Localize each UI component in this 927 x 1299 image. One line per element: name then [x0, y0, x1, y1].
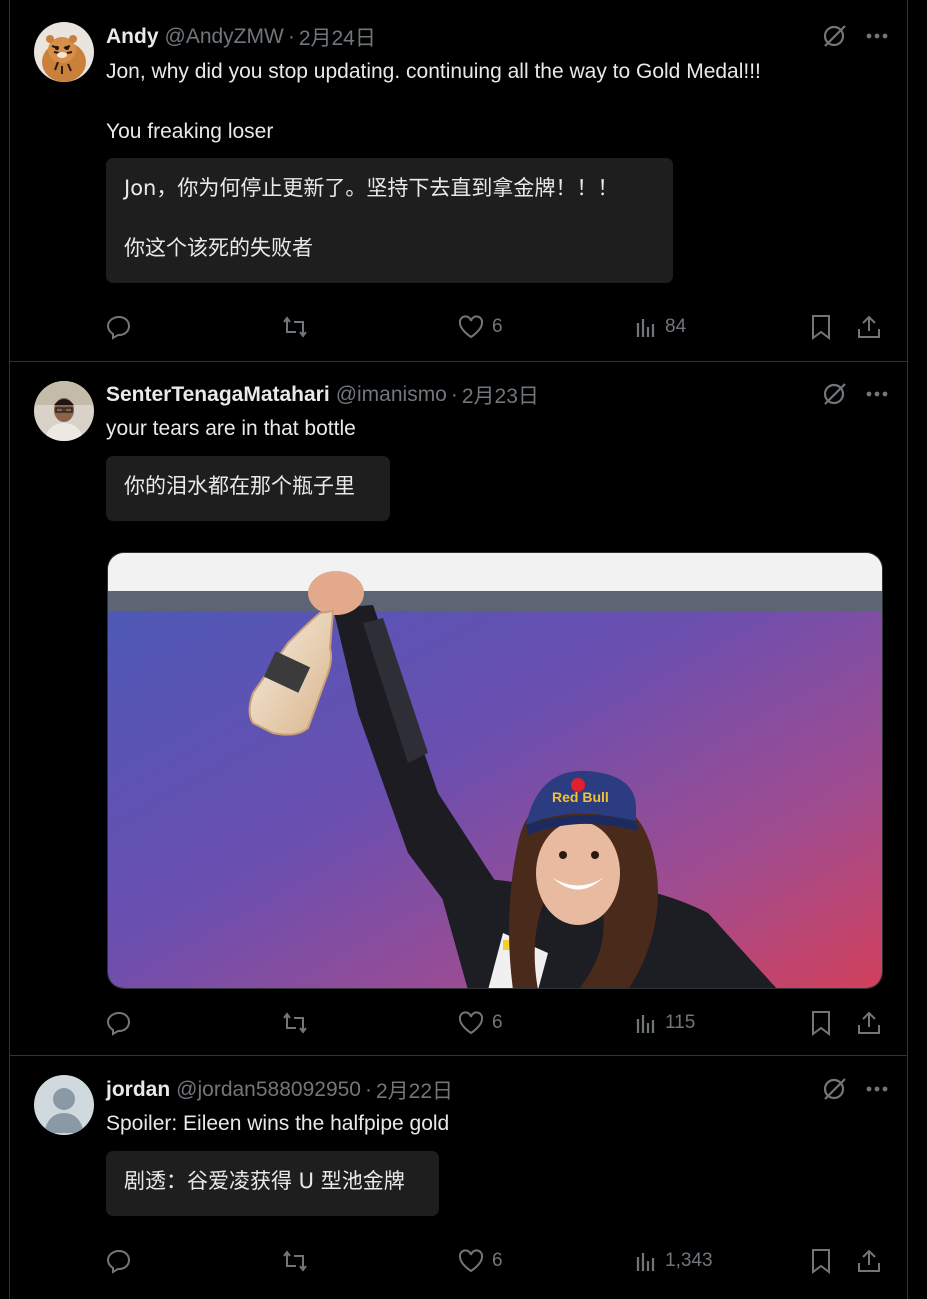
bookmark-icon — [812, 1249, 830, 1274]
like-button[interactable]: 6 — [458, 1008, 503, 1038]
display-name[interactable]: SenterTenagaMatahari — [106, 383, 330, 407]
like-count: 6 — [492, 1250, 503, 1271]
view-count: 1,343 — [665, 1250, 713, 1271]
reply-icon — [106, 315, 131, 340]
person-photo-avatar-icon — [34, 381, 94, 441]
more-options-icon[interactable] — [866, 33, 888, 39]
tiger-avatar-icon — [34, 22, 94, 82]
tweet-3[interactable]: jordan @jordan588092950 · 2月22日 Spoiler:… — [9, 1056, 908, 1299]
bookmark-button[interactable] — [810, 1008, 832, 1038]
share-button[interactable] — [856, 1008, 882, 1038]
user-handle[interactable]: @AndyZMW — [165, 25, 284, 49]
tweet-date[interactable]: 2月22日 — [376, 1075, 453, 1105]
tweet-header: jordan @jordan588092950 · 2月22日 — [106, 1076, 888, 1104]
translation-box: 剧透：谷爱凌获得 U 型池金牌 — [106, 1151, 439, 1216]
separator: · — [287, 25, 295, 48]
tweet-text: Spoiler: Eileen wins the halfpipe gold — [106, 1112, 450, 1135]
retweet-icon — [283, 1012, 307, 1034]
retweet-icon — [283, 1250, 307, 1272]
reply-button[interactable] — [106, 312, 132, 342]
like-count: 6 — [492, 1012, 503, 1033]
views-button[interactable]: 84 — [635, 312, 686, 342]
tweet-text: Jon, why did you stop updating. continui… — [106, 60, 761, 143]
separator: · — [450, 383, 458, 406]
header-actions — [822, 23, 888, 49]
user-handle[interactable]: @imanismo — [336, 383, 447, 407]
like-button[interactable]: 6 — [458, 312, 503, 342]
separator: · — [364, 1078, 372, 1101]
bookmark-button[interactable] — [810, 1246, 832, 1276]
translation-box: Jon，你为何停止更新了。坚持下去直到拿金牌！！！ 你这个该死的失败者 — [106, 158, 673, 283]
display-name[interactable]: jordan — [106, 1078, 170, 1102]
retweet-button[interactable] — [281, 312, 309, 342]
display-name[interactable]: Andy — [106, 25, 159, 49]
view-count: 115 — [665, 1012, 696, 1033]
views-button[interactable]: 1,343 — [635, 1246, 713, 1276]
share-button[interactable] — [856, 312, 882, 342]
tweet-date[interactable]: 2月24日 — [299, 22, 376, 52]
bookmark-icon — [812, 1011, 830, 1036]
bookmark-icon — [812, 315, 830, 340]
default-avatar-icon — [34, 1075, 94, 1135]
tweet-1[interactable]: Andy @AndyZMW · 2月24日 Jon, why did you s… — [9, 0, 908, 362]
heart-icon — [458, 1011, 484, 1035]
action-bar: 6 1,343 — [106, 1246, 883, 1276]
views-icon — [636, 1253, 655, 1271]
heart-icon — [458, 1249, 484, 1273]
athlete-holding-bottle-photo-icon: Red Bull — [108, 553, 882, 988]
tweet-photo[interactable]: Red Bull — [107, 552, 883, 989]
views-icon — [636, 319, 655, 337]
views-icon — [636, 1015, 655, 1033]
view-count: 84 — [665, 316, 687, 337]
header-actions — [822, 381, 888, 407]
more-options-icon[interactable] — [866, 391, 888, 397]
reply-button[interactable] — [106, 1246, 132, 1276]
avatar[interactable] — [34, 381, 94, 441]
avatar[interactable] — [34, 1075, 94, 1135]
tweet-text: your tears are in that bottle — [106, 417, 356, 440]
bookmark-button[interactable] — [810, 312, 832, 342]
header-actions — [822, 1076, 888, 1102]
translation-box: 你的泪水都在那个瓶子里 — [106, 456, 390, 521]
like-count: 6 — [492, 316, 503, 337]
like-button[interactable]: 6 — [458, 1246, 503, 1276]
tweet-date[interactable]: 2月23日 — [462, 380, 539, 410]
tweet-header: SenterTenagaMatahari @imanismo · 2月23日 — [106, 381, 888, 409]
tweet-2[interactable]: SenterTenagaMatahari @imanismo · 2月23日 y… — [9, 362, 908, 1056]
reply-icon — [106, 1011, 131, 1036]
retweet-button[interactable] — [281, 1246, 309, 1276]
share-button[interactable] — [856, 1246, 882, 1276]
grok-icon[interactable] — [822, 381, 848, 407]
retweet-icon — [283, 316, 307, 338]
heart-icon — [458, 315, 484, 339]
user-handle[interactable]: @jordan588092950 — [176, 1078, 361, 1102]
grok-icon[interactable] — [822, 23, 848, 49]
avatar[interactable] — [34, 22, 94, 82]
share-icon — [858, 1011, 880, 1034]
action-bar: 6 115 — [106, 1008, 883, 1038]
action-bar: 6 84 — [106, 312, 883, 342]
share-icon — [858, 315, 880, 338]
tweet-header: Andy @AndyZMW · 2月24日 — [106, 23, 888, 51]
reply-icon — [106, 1249, 131, 1274]
views-button[interactable]: 115 — [635, 1008, 695, 1038]
retweet-button[interactable] — [281, 1008, 309, 1038]
reply-button[interactable] — [106, 1008, 132, 1038]
share-icon — [858, 1249, 880, 1272]
grok-icon[interactable] — [822, 1076, 848, 1102]
more-options-icon[interactable] — [866, 1086, 888, 1092]
